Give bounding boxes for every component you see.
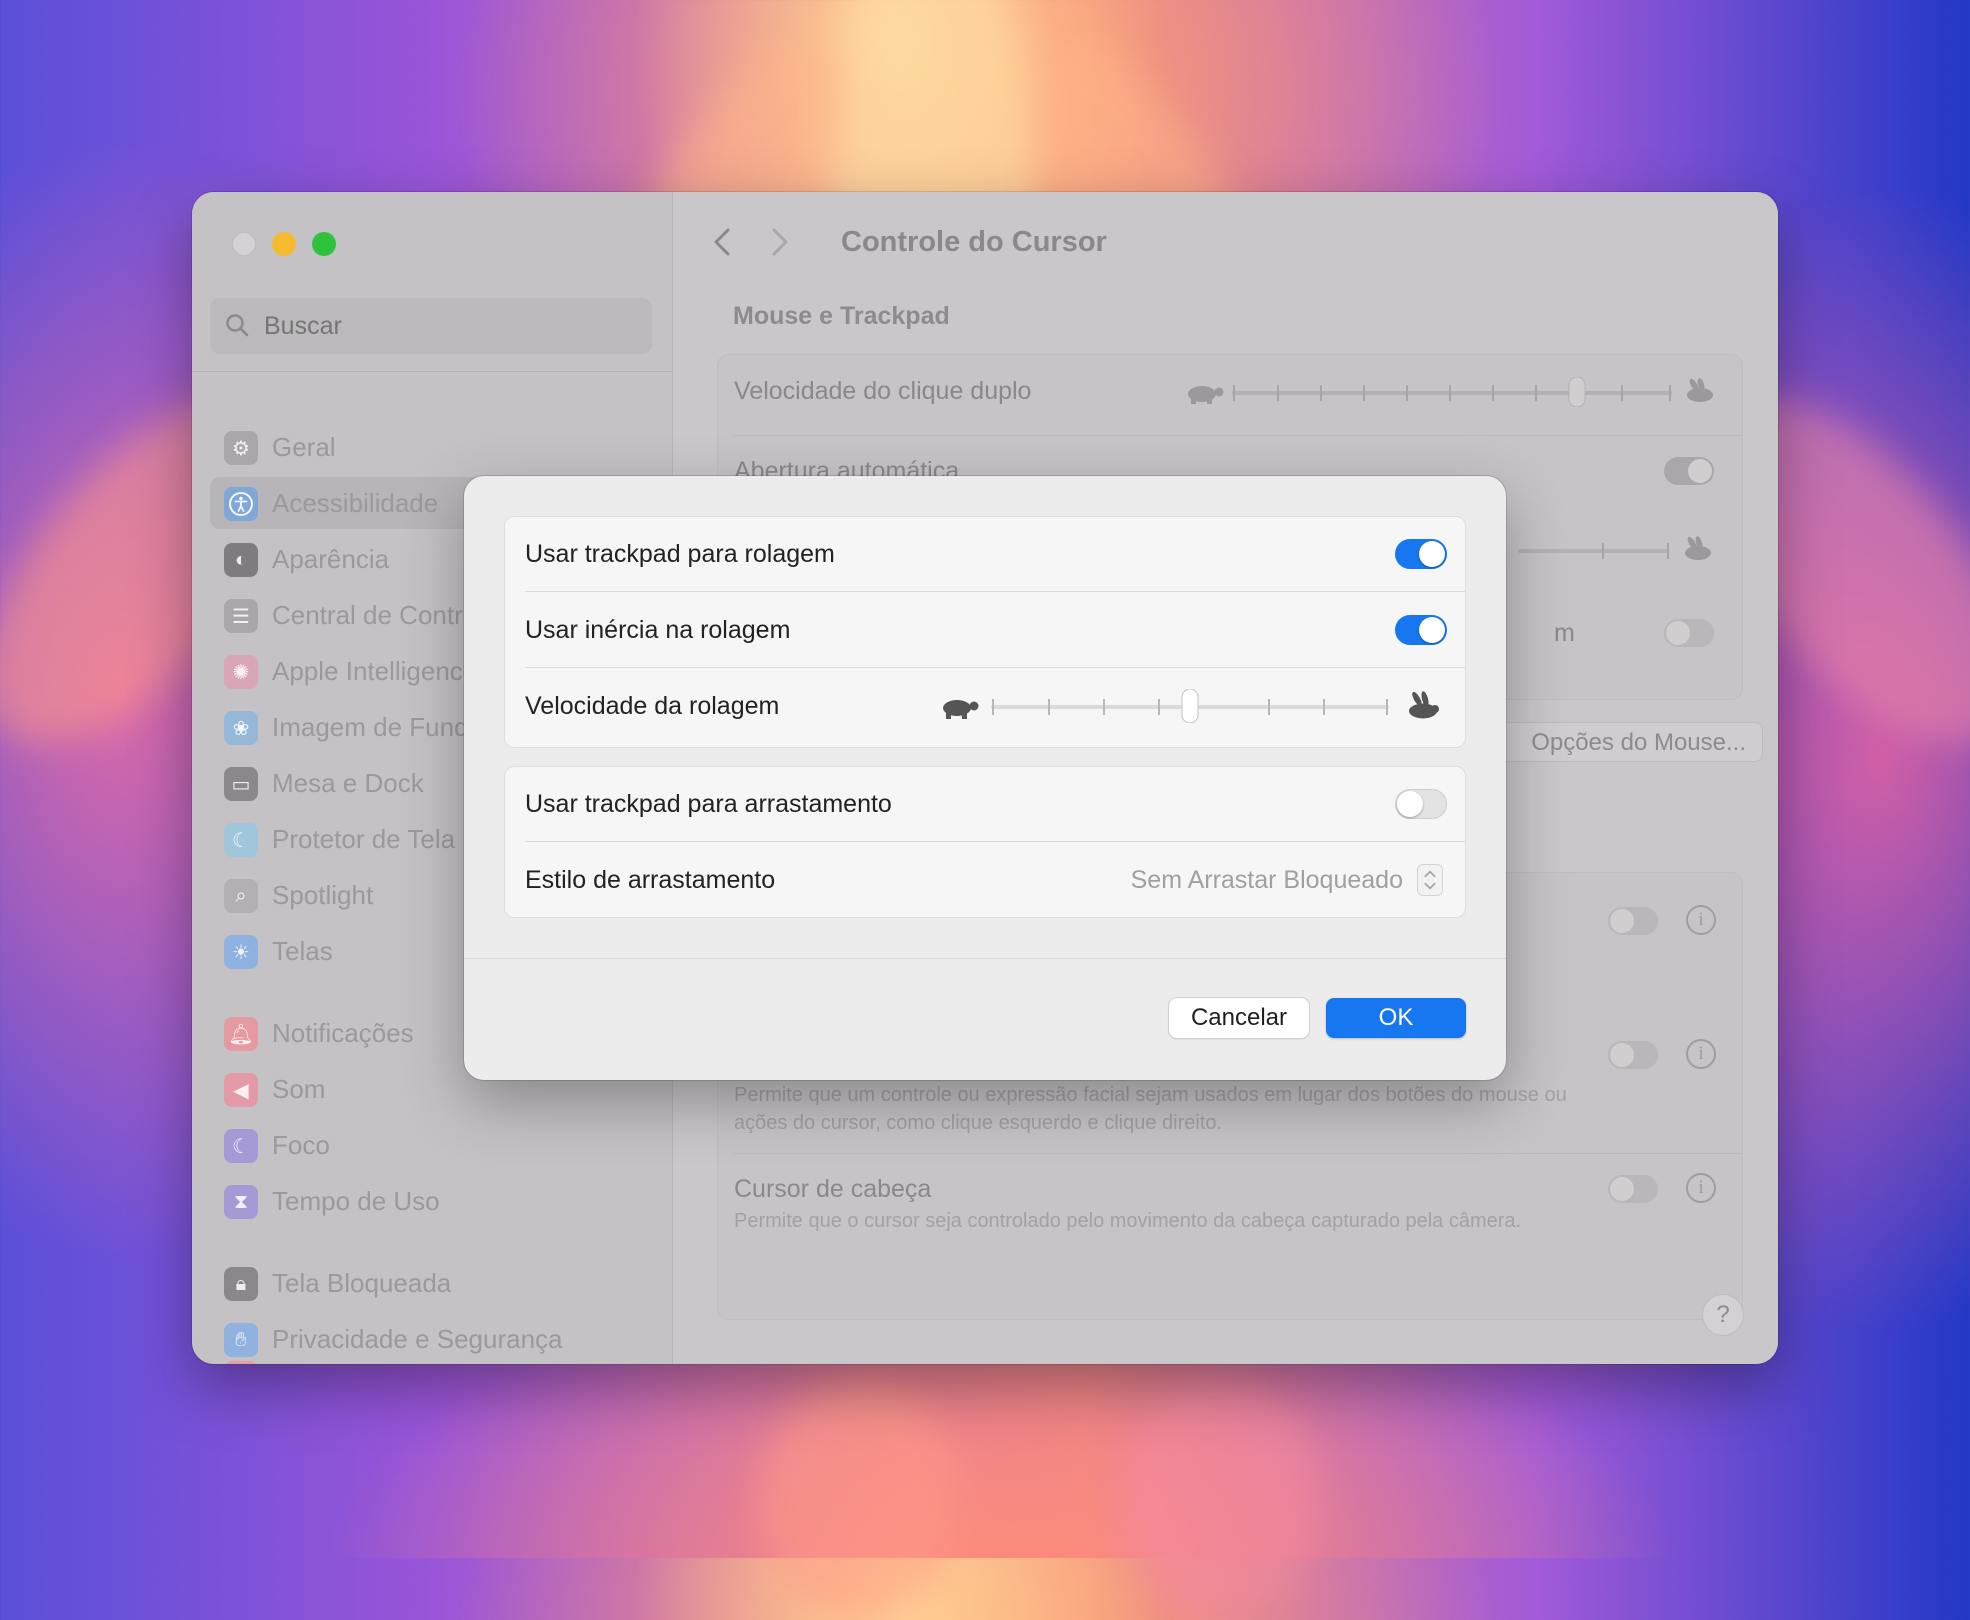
sidebar-item-label: Som — [272, 1074, 326, 1104]
gear-icon: ⚙ — [224, 431, 258, 465]
scroll-speed-label: Velocidade da rolagem — [525, 692, 780, 720]
sidebar-item-label: Telas — [272, 936, 333, 966]
appearance-icon: ◐ — [224, 543, 258, 577]
double-click-speed-slider[interactable] — [1182, 377, 1722, 407]
minimize-window-button[interactable] — [272, 232, 296, 256]
row-separator — [525, 841, 1465, 842]
drag-style-label: Estilo de arrastamento — [525, 866, 776, 894]
spotlight-icon: ⌕ — [224, 879, 258, 913]
help-button[interactable]: ? — [1702, 1294, 1744, 1336]
dock-icon: ▭ — [224, 767, 258, 801]
turtle-icon — [943, 700, 979, 719]
section-title: Mouse e Trackpad — [733, 302, 950, 330]
spring-loading-toggle[interactable] — [1664, 457, 1714, 485]
alternate-pointer-actions-toggle[interactable] — [1608, 1041, 1658, 1069]
info-icon[interactable]: i — [1686, 1039, 1716, 1069]
sidebar-item-label: Geral — [272, 432, 336, 462]
alternate-pointer-toggle[interactable] — [1608, 907, 1658, 935]
inertia-toggle[interactable] — [1395, 615, 1447, 645]
zoom-window-button[interactable] — [312, 232, 336, 256]
back-arrow-icon[interactable] — [703, 222, 743, 262]
head-pointer-description: Permite que o cursor seja controlado pel… — [734, 1210, 1522, 1232]
forward-arrow-icon[interactable] — [759, 222, 799, 262]
sidebar-item-label: Mesa e Dock — [272, 768, 424, 798]
scroll-speed-slider[interactable] — [939, 689, 1449, 723]
info-icon[interactable]: i — [1686, 1173, 1716, 1203]
search-field[interactable] — [210, 298, 652, 354]
head-pointer-toggle[interactable] — [1608, 1175, 1658, 1203]
control-center-icon: ☰ — [224, 599, 258, 633]
lock-icon: 🔒︎ — [224, 1267, 258, 1301]
search-icon — [226, 314, 249, 337]
info-icon[interactable]: i — [1686, 905, 1716, 935]
row-separator — [734, 435, 1742, 436]
spring-loading-delay-slider[interactable] — [1518, 535, 1728, 565]
focus-icon: ☾ — [224, 1129, 258, 1163]
footer-separator — [464, 958, 1506, 959]
scroll-toggle[interactable] — [1395, 539, 1447, 569]
sidebar-item-label: Acessibilidade — [272, 488, 439, 518]
sidebar-item-foco[interactable]: ☾ Foco — [210, 1119, 652, 1171]
wallpaper-ray — [760, 1380, 960, 1620]
sidebar-item-label: Protetor de Tela — [272, 824, 456, 854]
close-window-button[interactable] — [232, 232, 256, 256]
row-separator — [525, 667, 1465, 668]
wallpaper-icon: ❀ — [224, 711, 258, 745]
scroll-options-card: Usar trackpad para rolagem Usar inércia … — [504, 516, 1466, 748]
displays-icon: ☀ — [224, 935, 258, 969]
sidebar-item-tempo-de-uso[interactable]: ⧗ Tempo de Uso — [210, 1175, 652, 1227]
chevron-up-down-icon[interactable] — [1417, 864, 1443, 896]
ignore-trackpad-label-fragment: m — [1554, 619, 1575, 647]
sidebar-item-label: Notificações — [272, 1018, 414, 1048]
drag-options-card: Usar trackpad para arrastamento Estilo d… — [504, 766, 1466, 918]
sidebar-item-tela-bloqueada[interactable]: 🔒︎ Tela Bloqueada — [210, 1257, 652, 1309]
trackpad-options-dialog: Usar trackpad para rolagem Usar inércia … — [464, 476, 1506, 1080]
scroll-toggle-label: Usar trackpad para rolagem — [525, 540, 835, 568]
sidebar-item-label: Aparência — [272, 544, 390, 574]
sidebar-item-label: Touch ID e Senha — [272, 1351, 479, 1364]
row-separator — [525, 591, 1465, 592]
sidebar-item-label: Imagem de Fundo — [272, 712, 484, 742]
sidebar-item-label: Foco — [272, 1130, 330, 1160]
search-input[interactable] — [264, 298, 624, 354]
sidebar-divider — [192, 371, 672, 372]
mouse-options-button[interactable]: Opções do Mouse... — [1463, 722, 1763, 762]
screen-time-icon: ⧗ — [224, 1185, 258, 1219]
alternate-pointer-description: Permite que um controle ou expressão fac… — [734, 1084, 1567, 1134]
drag-toggle-label: Usar trackpad para arrastamento — [525, 790, 892, 818]
notifications-icon: 🔔︎ — [224, 1017, 258, 1051]
screensaver-icon: ☾ — [224, 823, 258, 857]
slider-thumb — [1181, 689, 1199, 723]
double-click-speed-label: Velocidade do clique duplo — [734, 377, 1032, 405]
sidebar-item-geral[interactable]: ⚙ Geral — [210, 421, 652, 473]
drag-toggle[interactable] — [1395, 789, 1447, 819]
ignore-trackpad-toggle[interactable] — [1664, 619, 1714, 647]
page-title: Controle do Cursor — [841, 226, 1107, 258]
sidebar-item-label: Spotlight — [272, 880, 374, 910]
row-separator — [734, 1153, 1742, 1154]
head-pointer-label: Cursor de cabeça — [734, 1175, 932, 1203]
rabbit-icon — [1409, 691, 1439, 719]
sound-icon: ◀ — [224, 1073, 258, 1107]
sidebar-item-label: Tempo de Uso — [272, 1186, 440, 1216]
sidebar-item-touch-id[interactable]: ◉ Touch ID e Senha — [210, 1351, 652, 1364]
drag-style-popup[interactable]: Sem Arrastar Bloqueado — [1131, 843, 1403, 917]
ok-button[interactable]: OK — [1326, 998, 1466, 1038]
inertia-toggle-label: Usar inércia na rolagem — [525, 616, 791, 644]
cancel-button[interactable]: Cancelar — [1169, 998, 1309, 1038]
touch-id-icon: ◉ — [224, 1361, 258, 1364]
sidebar-item-label: Tela Bloqueada — [272, 1268, 452, 1298]
apple-intelligence-icon: ✺ — [224, 655, 258, 689]
accessibility-icon — [224, 487, 258, 521]
wallpaper-ray — [1120, 1380, 1320, 1620]
